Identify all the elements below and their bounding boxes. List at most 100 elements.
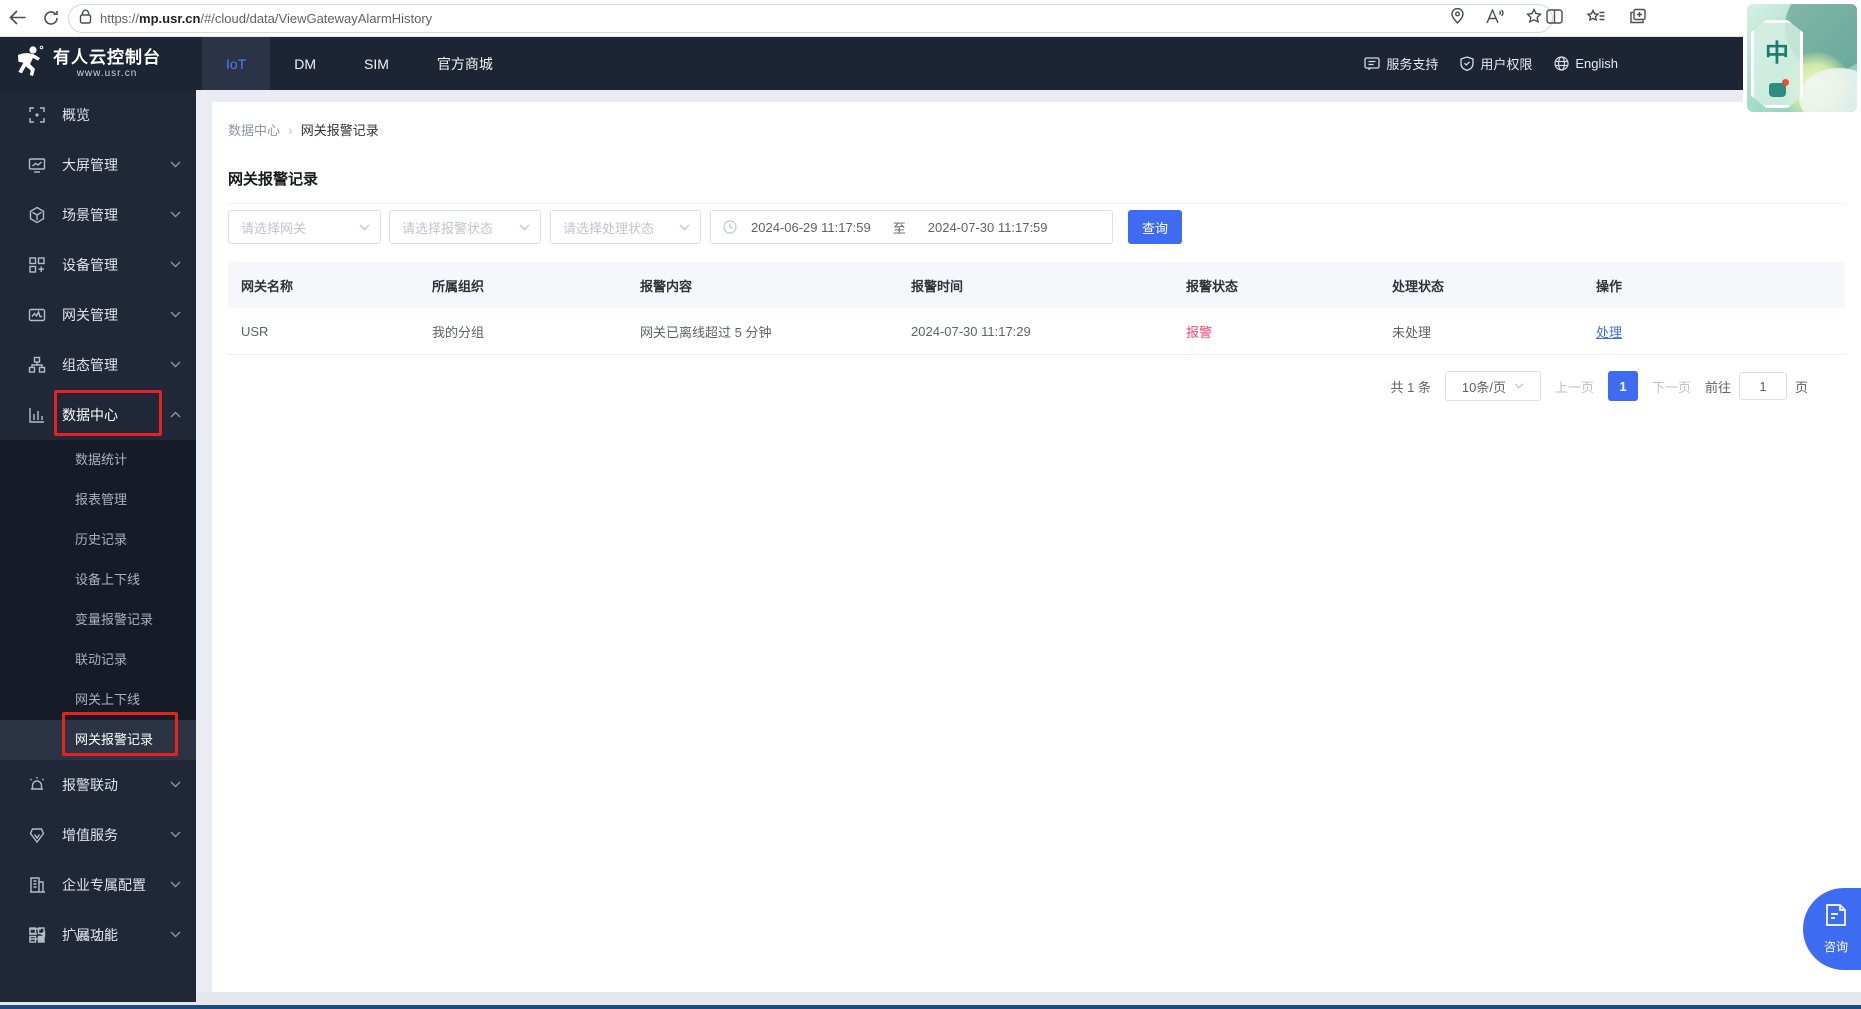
date-end: 2024-07-30 11:17:59 xyxy=(927,219,1048,235)
total-count: 共 1 条 xyxy=(1390,379,1431,395)
sidebar-item-device-online-offline[interactable]: 设备上下线 xyxy=(0,560,196,600)
table-header-row: 网关名称 所属组织 报警内容 报警时间 报警状态 处理状态 操作 xyxy=(228,262,1845,308)
cell-alarm-status: 报警 xyxy=(1186,324,1213,340)
sidebar-item-screen-mgmt[interactable]: 大屏管理 xyxy=(0,140,196,190)
date-separator: 至 xyxy=(892,220,906,236)
next-page-button[interactable]: 下一页 xyxy=(1652,377,1691,396)
sidebar-item-value-added-services[interactable]: 增值服务 xyxy=(0,810,196,860)
tab-iot[interactable]: IoT xyxy=(202,37,271,90)
screen-icon xyxy=(28,156,46,174)
tab-sim[interactable]: SIM xyxy=(340,37,413,90)
page-size-select[interactable]: 10条/页 xyxy=(1444,371,1541,401)
sidebar-item-gateway-alarm-records[interactable]: 网关报警记录 xyxy=(0,720,196,760)
sidebar-item-data-center[interactable]: 数据中心 xyxy=(0,390,196,440)
alarm-table: 网关名称 所属组织 报警内容 报警时间 报警状态 处理状态 操作 USR 我的分… xyxy=(228,262,1845,355)
chevron-down-icon xyxy=(170,161,181,168)
col-organization: 所属组织 xyxy=(432,278,485,294)
cell-alarm-time: 2024-07-30 11:17:29 xyxy=(911,323,1031,339)
badge-char: 中 xyxy=(1765,38,1789,67)
chevron-down-icon xyxy=(170,261,181,268)
col-actions: 操作 xyxy=(1596,278,1623,294)
chevron-down-icon xyxy=(519,224,530,231)
page-title: 网关报警记录 xyxy=(228,171,319,188)
sidebar-item-variable-alarm-records[interactable]: 变量报警记录 xyxy=(0,600,196,640)
scene-icon xyxy=(28,206,46,224)
favorite-star-icon[interactable] xyxy=(1525,7,1543,29)
sidebar-item-device-mgmt[interactable]: 设备管理 xyxy=(0,240,196,290)
siren-icon xyxy=(28,776,46,794)
user-permission[interactable]: 用户权限 xyxy=(1460,54,1532,73)
col-alarm-content: 报警内容 xyxy=(640,278,693,294)
divider xyxy=(228,203,1845,204)
logo[interactable]: 有人云控制台 www.usr.cn xyxy=(0,37,196,90)
favorites-list-icon[interactable] xyxy=(1586,8,1605,29)
alarm-status-select[interactable]: 请选择报警状态 xyxy=(389,210,541,244)
search-button[interactable]: 查询 xyxy=(1128,210,1182,244)
sidebar-item-data-statistics[interactable]: 数据统计 xyxy=(0,440,196,480)
art-badge: 中 xyxy=(1751,20,1803,108)
sidebar-item-scene-mgmt[interactable]: 场景管理 xyxy=(0,190,196,240)
chevron-down-icon xyxy=(170,311,181,318)
goto-suffix: 页 xyxy=(1794,379,1808,395)
handle-link[interactable]: 处理 xyxy=(1596,325,1622,340)
top-nav: IoT DM SIM 官方商城 xyxy=(202,37,517,90)
read-aloud-icon[interactable] xyxy=(1486,7,1504,29)
split-screen-icon[interactable] xyxy=(1546,8,1563,29)
browser-toolbar: https://mp.usr.cn/#/cloud/data/ViewGatew… xyxy=(0,0,1861,37)
collapse-icon xyxy=(28,927,46,945)
chevron-down-icon xyxy=(170,831,181,838)
cell-handle-status: 未处理 xyxy=(1392,324,1432,340)
collections-icon[interactable] xyxy=(1629,8,1646,29)
col-handle-status: 处理状态 xyxy=(1392,278,1445,294)
chevron-up-icon xyxy=(170,411,181,418)
handle-status-select[interactable]: 请选择处理状态 xyxy=(550,210,701,244)
chevron-down-icon xyxy=(170,781,181,788)
gateway-select[interactable]: 请选择网关 xyxy=(228,210,381,244)
current-page-button[interactable]: 1 xyxy=(1607,371,1638,401)
sidebar-item-enterprise-config[interactable]: 企业专属配置 xyxy=(0,860,196,910)
col-alarm-status: 报警状态 xyxy=(1186,278,1239,294)
sidebar-collapse[interactable]: V6.3.4 xyxy=(0,914,196,958)
globe-icon xyxy=(1554,56,1569,71)
table-row: USR 我的分组 网关已离线超过 5 分钟 2024-07-30 11:17:2… xyxy=(228,308,1845,355)
data-center-icon xyxy=(28,406,46,424)
back-icon[interactable] xyxy=(0,9,34,27)
url-text: https://mp.usr.cn/#/cloud/data/ViewGatew… xyxy=(100,11,433,26)
window-bottom-edge xyxy=(0,1005,1861,1009)
sidebar-item-gateway-mgmt[interactable]: 网关管理 xyxy=(0,290,196,340)
pagination: 共 1 条 10条/页 上一页 1 下一页 前往 页 xyxy=(1390,370,1808,402)
col-alarm-time: 报警时间 xyxy=(911,278,964,294)
version-label: V6.3.4 xyxy=(74,928,112,944)
tab-mall[interactable]: 官方商城 xyxy=(413,37,517,90)
prev-page-button[interactable]: 上一页 xyxy=(1555,377,1594,396)
device-icon xyxy=(28,256,46,274)
page-bottom-strip xyxy=(0,992,1861,1005)
date-range-picker[interactable]: 2024-06-29 11:17:59 至 2024-07-30 11:17:5… xyxy=(710,210,1113,244)
main-content: 数据中心 › 网关报警记录 网关报警记录 请选择网关 请选择报警状态 请选择处理… xyxy=(196,90,1861,992)
promo-art[interactable]: 中 xyxy=(1743,0,1861,116)
sidebar-item-report-mgmt[interactable]: 报表管理 xyxy=(0,480,196,520)
cell-organization: 我的分组 xyxy=(432,324,485,340)
goto-page-input[interactable] xyxy=(1738,372,1787,400)
refresh-icon[interactable] xyxy=(34,9,68,27)
sidebar-item-alarm-linkage[interactable]: 报警联动 xyxy=(0,760,196,810)
chevron-down-icon xyxy=(1514,383,1524,389)
location-pin-icon[interactable] xyxy=(1451,7,1464,29)
chevron-down-icon xyxy=(679,224,690,231)
tab-dm[interactable]: DM xyxy=(270,37,340,90)
filter-bar: 请选择网关 请选择报警状态 请选择处理状态 2024-06-29 11:17:5… xyxy=(212,210,1861,244)
data-center-submenu: 数据统计 报表管理 历史记录 设备上下线 变量报警记录 联动记录 网关上下线 网… xyxy=(0,440,196,760)
sidebar-item-scada-mgmt[interactable]: 组态管理 xyxy=(0,340,196,390)
sidebar-item-gateway-online-offline[interactable]: 网关上下线 xyxy=(0,680,196,720)
sidebar-item-history-records[interactable]: 历史记录 xyxy=(0,520,196,560)
address-bar[interactable]: https://mp.usr.cn/#/cloud/data/ViewGatew… xyxy=(68,4,1553,33)
chevron-down-icon xyxy=(359,224,370,231)
sidebar-item-linkage-records[interactable]: 联动记录 xyxy=(0,640,196,680)
breadcrumb-parent[interactable]: 数据中心 xyxy=(228,120,280,139)
date-start: 2024-06-29 11:17:59 xyxy=(751,219,871,235)
chevron-down-icon xyxy=(170,881,181,888)
language-switch[interactable]: English xyxy=(1554,56,1618,71)
sidebar-item-overview[interactable]: 概览 xyxy=(0,90,196,140)
cell-gateway-name: USR xyxy=(241,323,269,339)
service-support[interactable]: 服务支持 xyxy=(1364,54,1438,73)
